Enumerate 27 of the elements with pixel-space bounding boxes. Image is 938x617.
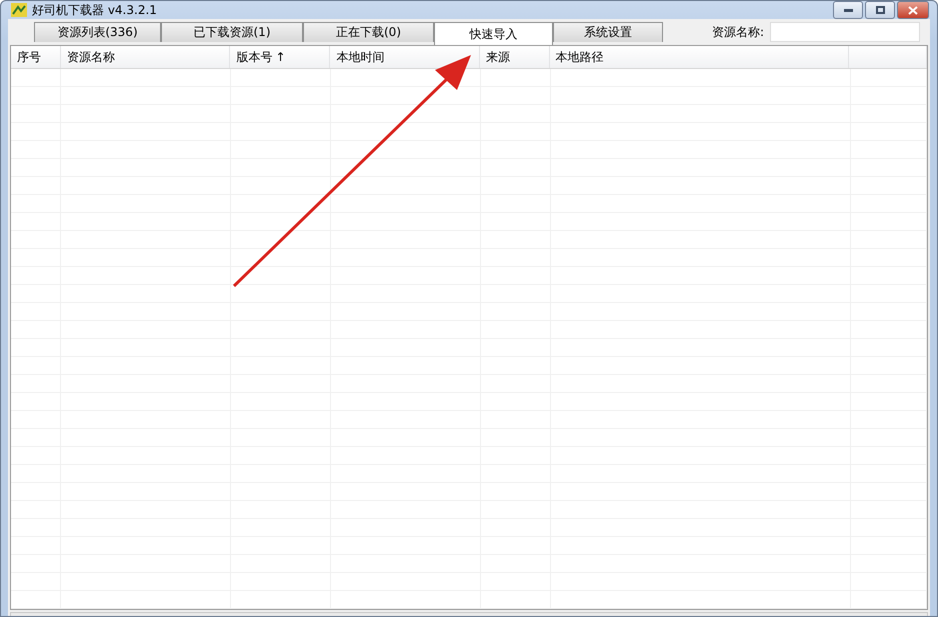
column-title: 本地路径 — [556, 48, 604, 66]
search-label: 资源名称: — [712, 24, 764, 40]
close-button[interactable] — [897, 1, 929, 19]
maximize-button[interactable] — [865, 1, 895, 19]
app-icon — [11, 3, 27, 17]
minimize-icon — [844, 8, 852, 12]
column-header[interactable]: 资源名称 — [60, 46, 230, 68]
column-header[interactable]: 版本号 ↑ — [230, 46, 330, 68]
maximize-icon — [876, 6, 884, 14]
tab[interactable]: 系统设置 — [553, 22, 663, 42]
column-title: 版本号 — [236, 48, 272, 66]
column-header[interactable]: 序号 — [11, 46, 61, 68]
sort-indicator: ↑ — [275, 50, 286, 64]
column-title: 来源 — [486, 48, 510, 66]
search-field[interactable] — [770, 22, 920, 42]
close-icon — [908, 6, 918, 14]
column-title: 序号 — [17, 48, 41, 66]
column-header[interactable]: 来源 — [480, 46, 550, 68]
column-title: 本地时间 — [336, 48, 384, 66]
column-title: 资源名称 — [66, 48, 115, 66]
tab[interactable]: 资源列表(336) — [34, 22, 161, 42]
column-header[interactable]: 本地路径 — [550, 46, 849, 68]
tab[interactable]: 正在下载(0) — [303, 22, 434, 42]
minimize-button[interactable] — [833, 1, 863, 19]
window-title: 好司机下载器 v4.3.2.1 — [32, 2, 157, 18]
tab[interactable]: 已下载资源(1) — [161, 22, 303, 42]
tab[interactable]: 快速导入 — [434, 22, 553, 45]
